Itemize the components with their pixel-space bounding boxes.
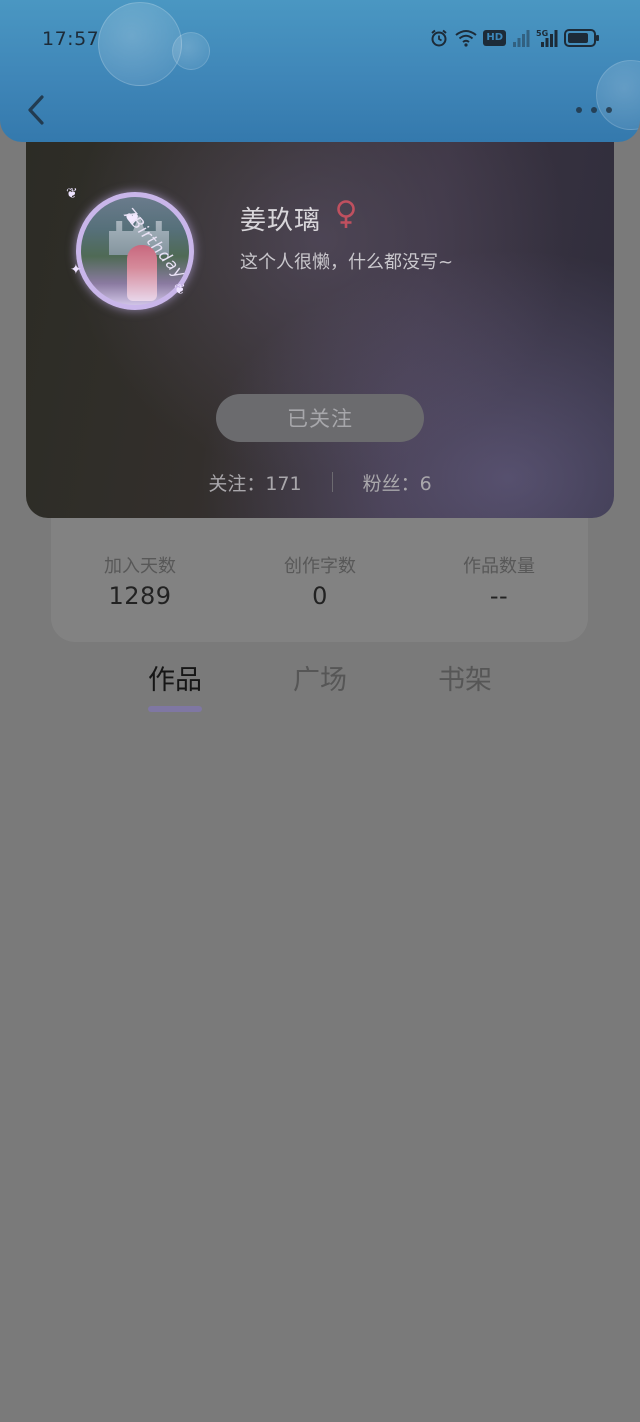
tab-active-indicator	[148, 706, 202, 712]
follow-stats: 关注：171 粉丝：6	[26, 466, 614, 498]
5g-signal-icon: 5G	[536, 29, 558, 47]
status-icons: HD 5G	[429, 26, 600, 50]
more-dot	[606, 107, 612, 113]
profile-card: ♥ ❦ ❦ ✦ 7Birthday 姜玖璃 这个人很懒，什么都没写~ 已关注 关…	[26, 120, 614, 518]
header-bar: 17:57 HD 5G	[0, 0, 640, 142]
female-icon	[337, 200, 355, 228]
stat-word-count: 创作字数 0	[250, 552, 390, 610]
user-name: 姜玖璃	[240, 206, 322, 236]
status-time: 17:57	[42, 28, 100, 50]
more-options-button[interactable]	[576, 98, 612, 122]
stat-value: 0	[312, 582, 328, 610]
decor-bubble	[98, 2, 182, 86]
back-button[interactable]	[20, 90, 52, 130]
more-dot	[591, 107, 597, 113]
stats-card: 加入天数 1289 创作字数 0 作品数量 --	[51, 516, 588, 642]
butterfly-icon: ❦	[66, 186, 78, 202]
stat-label: 作品数量	[463, 556, 535, 577]
stat-works-count: 作品数量 --	[429, 552, 569, 610]
stat-label: 创作字数	[284, 556, 356, 577]
butterfly-icon: ❦	[174, 282, 186, 298]
stat-value: --	[489, 582, 509, 610]
signal-icon	[513, 30, 530, 47]
stat-join-days: 加入天数 1289	[70, 552, 210, 610]
stat-label: 加入天数	[104, 556, 176, 577]
tab-bookshelf[interactable]: 书架	[425, 658, 505, 697]
svg-text:5G: 5G	[536, 29, 548, 38]
stat-value: 1289	[108, 582, 172, 610]
wifi-icon	[455, 30, 477, 47]
battery-icon	[564, 29, 599, 47]
tab-works[interactable]: 作品	[135, 658, 215, 697]
followed-button[interactable]: 已关注	[216, 394, 424, 442]
sparkle-icon: ✦	[70, 262, 82, 278]
more-horizontal-icon	[576, 107, 582, 113]
divider	[331, 472, 333, 492]
following-count[interactable]: 关注：171	[208, 469, 301, 496]
hd-icon: HD	[483, 30, 506, 46]
followers-count[interactable]: 粉丝：6	[363, 469, 432, 496]
user-bio: 这个人很懒，什么都没写~	[240, 252, 454, 273]
chevron-left-icon	[28, 95, 44, 125]
alarm-icon	[431, 29, 447, 47]
decor-bubble	[172, 32, 210, 70]
tab-square[interactable]: 广场	[280, 658, 360, 697]
avatar[interactable]: ♥ ❦ ❦ ✦ 7Birthday	[66, 186, 200, 316]
